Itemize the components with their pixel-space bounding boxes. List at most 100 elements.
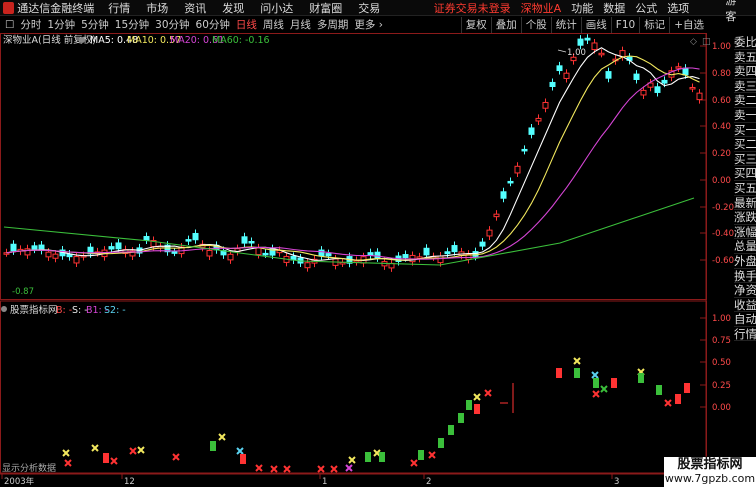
guest-label[interactable]: 游客 (725, 0, 746, 24)
side-tab-19[interactable]: 自动 (734, 312, 756, 327)
add-watchlist-button[interactable]: +自选 (669, 17, 708, 33)
period-5min[interactable]: 5分钟 (78, 18, 112, 33)
settings-dot-icon[interactable] (79, 37, 85, 43)
indicator-settings-icon[interactable] (1, 306, 7, 312)
watermark-url: www.7gpzb.com (664, 472, 756, 485)
indicator-footer: 显示分析数据 (2, 462, 56, 474)
side-tab-1[interactable]: 卖五 (734, 50, 756, 65)
period-fenshi[interactable]: 分时 (17, 18, 44, 33)
title-bar: 通达信金融终端 行情 市场 资讯 发现 问小达 财富圈 交易 证券交易未登录 深… (0, 0, 756, 23)
side-tab-4[interactable]: 卖二 (734, 93, 756, 108)
side-tab-11[interactable]: 最新 (734, 196, 756, 211)
period-multi[interactable]: 多周期 (314, 18, 352, 33)
candle-body (640, 89, 647, 96)
period-daily[interactable]: 日线 (233, 18, 260, 33)
side-tab-14[interactable]: 总量 (734, 239, 756, 254)
candle-body (402, 254, 409, 259)
candle-body (689, 86, 696, 90)
candle-body (605, 71, 612, 79)
app-title: 通达信金融终端 (17, 1, 95, 15)
menu-hangqing[interactable]: 行情 (108, 0, 130, 16)
candle-body (185, 239, 192, 242)
ind-tick-label: 1.00 (712, 314, 731, 324)
watermark-title: 股票指标网 (677, 457, 743, 472)
side-tab-3[interactable]: 卖三 (734, 79, 756, 94)
side-tab-20[interactable]: 行情 (734, 327, 756, 342)
signal-cross (592, 390, 600, 398)
kline-chart[interactable]: 深物业A(日线 前复权) MA5: 0.48 MA10: 0.57 MA20: … (0, 33, 734, 487)
indicator-axis: 1.00 0.75 0.50 0.25 0.00 (700, 314, 731, 413)
side-tab-9[interactable]: 买四 (734, 166, 756, 181)
menu-shuju[interactable]: 数据 (603, 0, 625, 16)
b-label: B: - (56, 305, 72, 316)
y-tick-label: 0.40 (712, 122, 731, 132)
side-tab-10[interactable]: 买五 (734, 181, 756, 196)
period-1min[interactable]: 1分钟 (44, 18, 78, 33)
menu-gongshi[interactable]: 公式 (635, 0, 657, 16)
fuquan-button[interactable]: 复权 (460, 17, 491, 33)
period-15min[interactable]: 15分钟 (112, 18, 152, 33)
signal-cross (410, 459, 418, 467)
stock-link[interactable]: 深物业A (521, 0, 562, 16)
period-60min[interactable]: 60分钟 (193, 18, 233, 33)
draw-button[interactable]: 画线 (580, 17, 611, 33)
period-30min[interactable]: 30分钟 (152, 18, 192, 33)
side-tab-6[interactable]: 买一 (734, 123, 756, 138)
x-tick-label: 12 (124, 477, 135, 487)
signal-cross (255, 464, 263, 472)
main-price-axis: 1.00 0.80 0.60 0.40 0.20 0.00 -0.20 -0.40 -0.60 (700, 42, 734, 266)
candle-body (262, 252, 269, 256)
stats-button[interactable]: 统计 (550, 17, 581, 33)
side-tab-17[interactable]: 净资 (734, 283, 756, 298)
diamond-icon[interactable]: ◇ (690, 37, 697, 47)
candle-body (591, 42, 598, 51)
side-tab-7[interactable]: 买二 (734, 137, 756, 152)
y-tick-label: 0.20 (712, 149, 731, 159)
candle-body (654, 86, 661, 93)
menu-shichang[interactable]: 市场 (146, 0, 168, 16)
candle-body (206, 250, 213, 257)
side-tab-5[interactable]: 卖一 (734, 108, 756, 123)
side-tab-0[interactable]: 委比 (734, 35, 756, 50)
period-more[interactable]: 更多 › (351, 18, 386, 33)
side-tab-12[interactable]: 涨跌 (734, 210, 756, 225)
candle-body (549, 81, 556, 87)
mark-button[interactable]: 标记 (639, 17, 669, 33)
side-tab-15[interactable]: 外盘 (734, 254, 756, 269)
candle-body (528, 127, 535, 135)
y-tick-label: -0.60 (712, 256, 734, 266)
signal-cross (110, 457, 118, 465)
menu-jiaoyi[interactable]: 交易 (358, 0, 380, 16)
menu-caifuquan[interactable]: 财富圈 (309, 0, 342, 16)
candle-body (73, 256, 80, 264)
menu-gongneng[interactable]: 功能 (571, 0, 593, 16)
period-monthly[interactable]: 月线 (287, 18, 314, 33)
signal-cross (270, 465, 278, 473)
signal-cross (345, 464, 353, 472)
f10-button[interactable]: F10 (610, 17, 639, 33)
menu-wenxiaoda[interactable]: 问小达 (260, 0, 293, 16)
menu-faxian[interactable]: 发现 (222, 0, 244, 16)
side-tab-16[interactable]: 换手 (734, 269, 756, 284)
side-tab-13[interactable]: 涨幅 (734, 225, 756, 240)
checkbox-icon[interactable]: ☐ (2, 19, 17, 31)
candle-body (52, 253, 59, 259)
app-logo-icon (3, 1, 15, 14)
signal-cross (172, 453, 180, 461)
candle-body (192, 232, 199, 241)
stock-button[interactable]: 个股 (520, 17, 551, 33)
side-tab-2[interactable]: 卖四 (734, 64, 756, 79)
candle-body (227, 253, 234, 261)
signal-cross (484, 389, 492, 397)
side-tab-18[interactable]: 收益 (734, 298, 756, 313)
side-tab-8[interactable]: 买三 (734, 152, 756, 167)
period-weekly[interactable]: 周线 (260, 18, 287, 33)
y-tick-label: 0.60 (712, 96, 731, 106)
menu-xuanxiang[interactable]: 选项 (667, 0, 689, 16)
candle-body (556, 65, 563, 72)
login-warning[interactable]: 证券交易未登录 (434, 0, 511, 16)
menu-zixun[interactable]: 资讯 (184, 0, 206, 16)
overlay-button[interactable]: 叠加 (490, 17, 521, 33)
ma10-line (6, 55, 700, 261)
candle-body (143, 236, 150, 241)
